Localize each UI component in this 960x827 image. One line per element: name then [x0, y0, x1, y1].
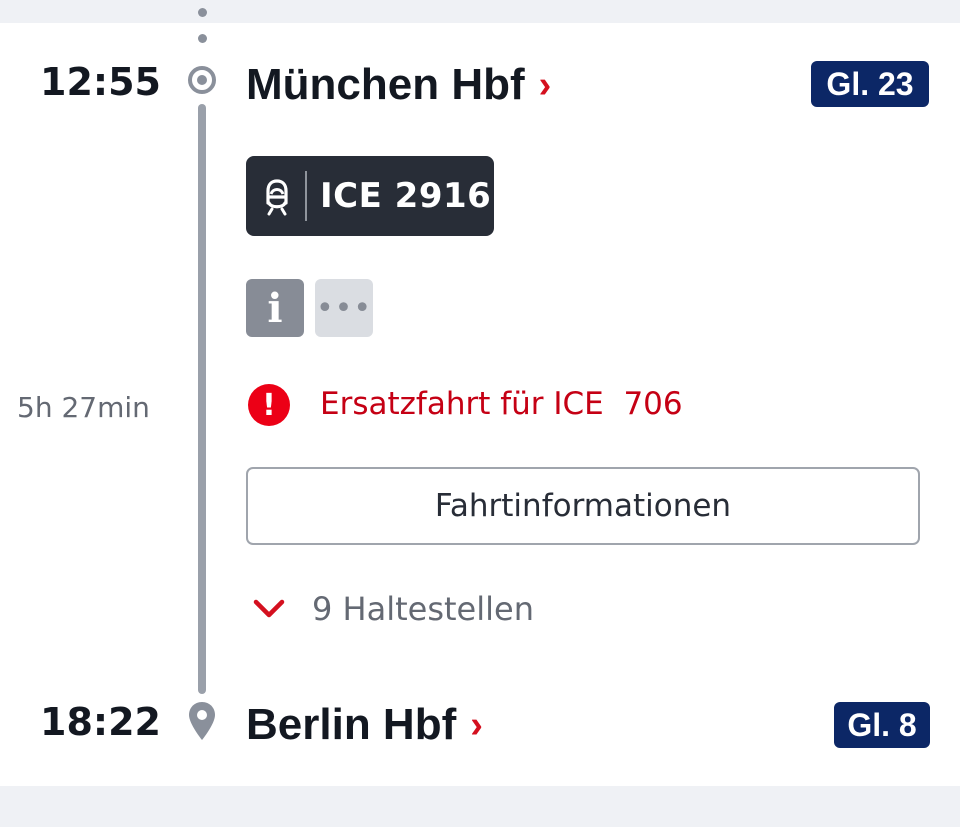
- train-icon: [266, 179, 288, 216]
- info-button[interactable]: i: [246, 279, 304, 337]
- location-pin-icon: [189, 702, 215, 740]
- chevron-right-icon: ›: [470, 704, 483, 746]
- arrival-station-name: Berlin Hbf: [246, 700, 457, 749]
- stops-count-label: 9 Haltestellen: [312, 590, 534, 628]
- timeline-line: [198, 104, 206, 694]
- arrival-station-link[interactable]: Berlin Hbf ›: [246, 703, 483, 747]
- stops-toggle[interactable]: 9 Haltestellen: [252, 590, 534, 628]
- warning-icon: !: [248, 384, 290, 426]
- badge-divider: [305, 171, 307, 221]
- departure-time: 12:55: [40, 60, 161, 104]
- departure-platform-badge: Gl. 23: [811, 61, 929, 107]
- timeline-dot: [198, 8, 207, 17]
- trip-information-label: Fahrtinformationen: [434, 488, 732, 524]
- departure-circle-icon: [188, 66, 216, 94]
- travel-duration: 5h 27min: [17, 391, 150, 424]
- train-badge[interactable]: ICE 2916: [246, 156, 494, 236]
- replacement-notice: Ersatzfahrt für ICE 706: [320, 386, 683, 422]
- info-icon: i: [267, 284, 283, 332]
- departure-station-link[interactable]: München Hbf ›: [246, 63, 551, 107]
- arrival-time: 18:22: [40, 700, 161, 744]
- chevron-down-icon: [253, 599, 285, 618]
- arrival-platform-badge: Gl. 8: [834, 702, 930, 748]
- train-name: ICE 2916: [320, 176, 492, 216]
- timeline-dot: [198, 34, 207, 43]
- more-options-button[interactable]: •••: [315, 279, 373, 337]
- departure-station-name: München Hbf: [246, 60, 525, 109]
- chevron-right-icon: ›: [538, 64, 552, 106]
- trip-information-button[interactable]: Fahrtinformationen: [246, 467, 920, 545]
- more-icon: •••: [315, 290, 373, 326]
